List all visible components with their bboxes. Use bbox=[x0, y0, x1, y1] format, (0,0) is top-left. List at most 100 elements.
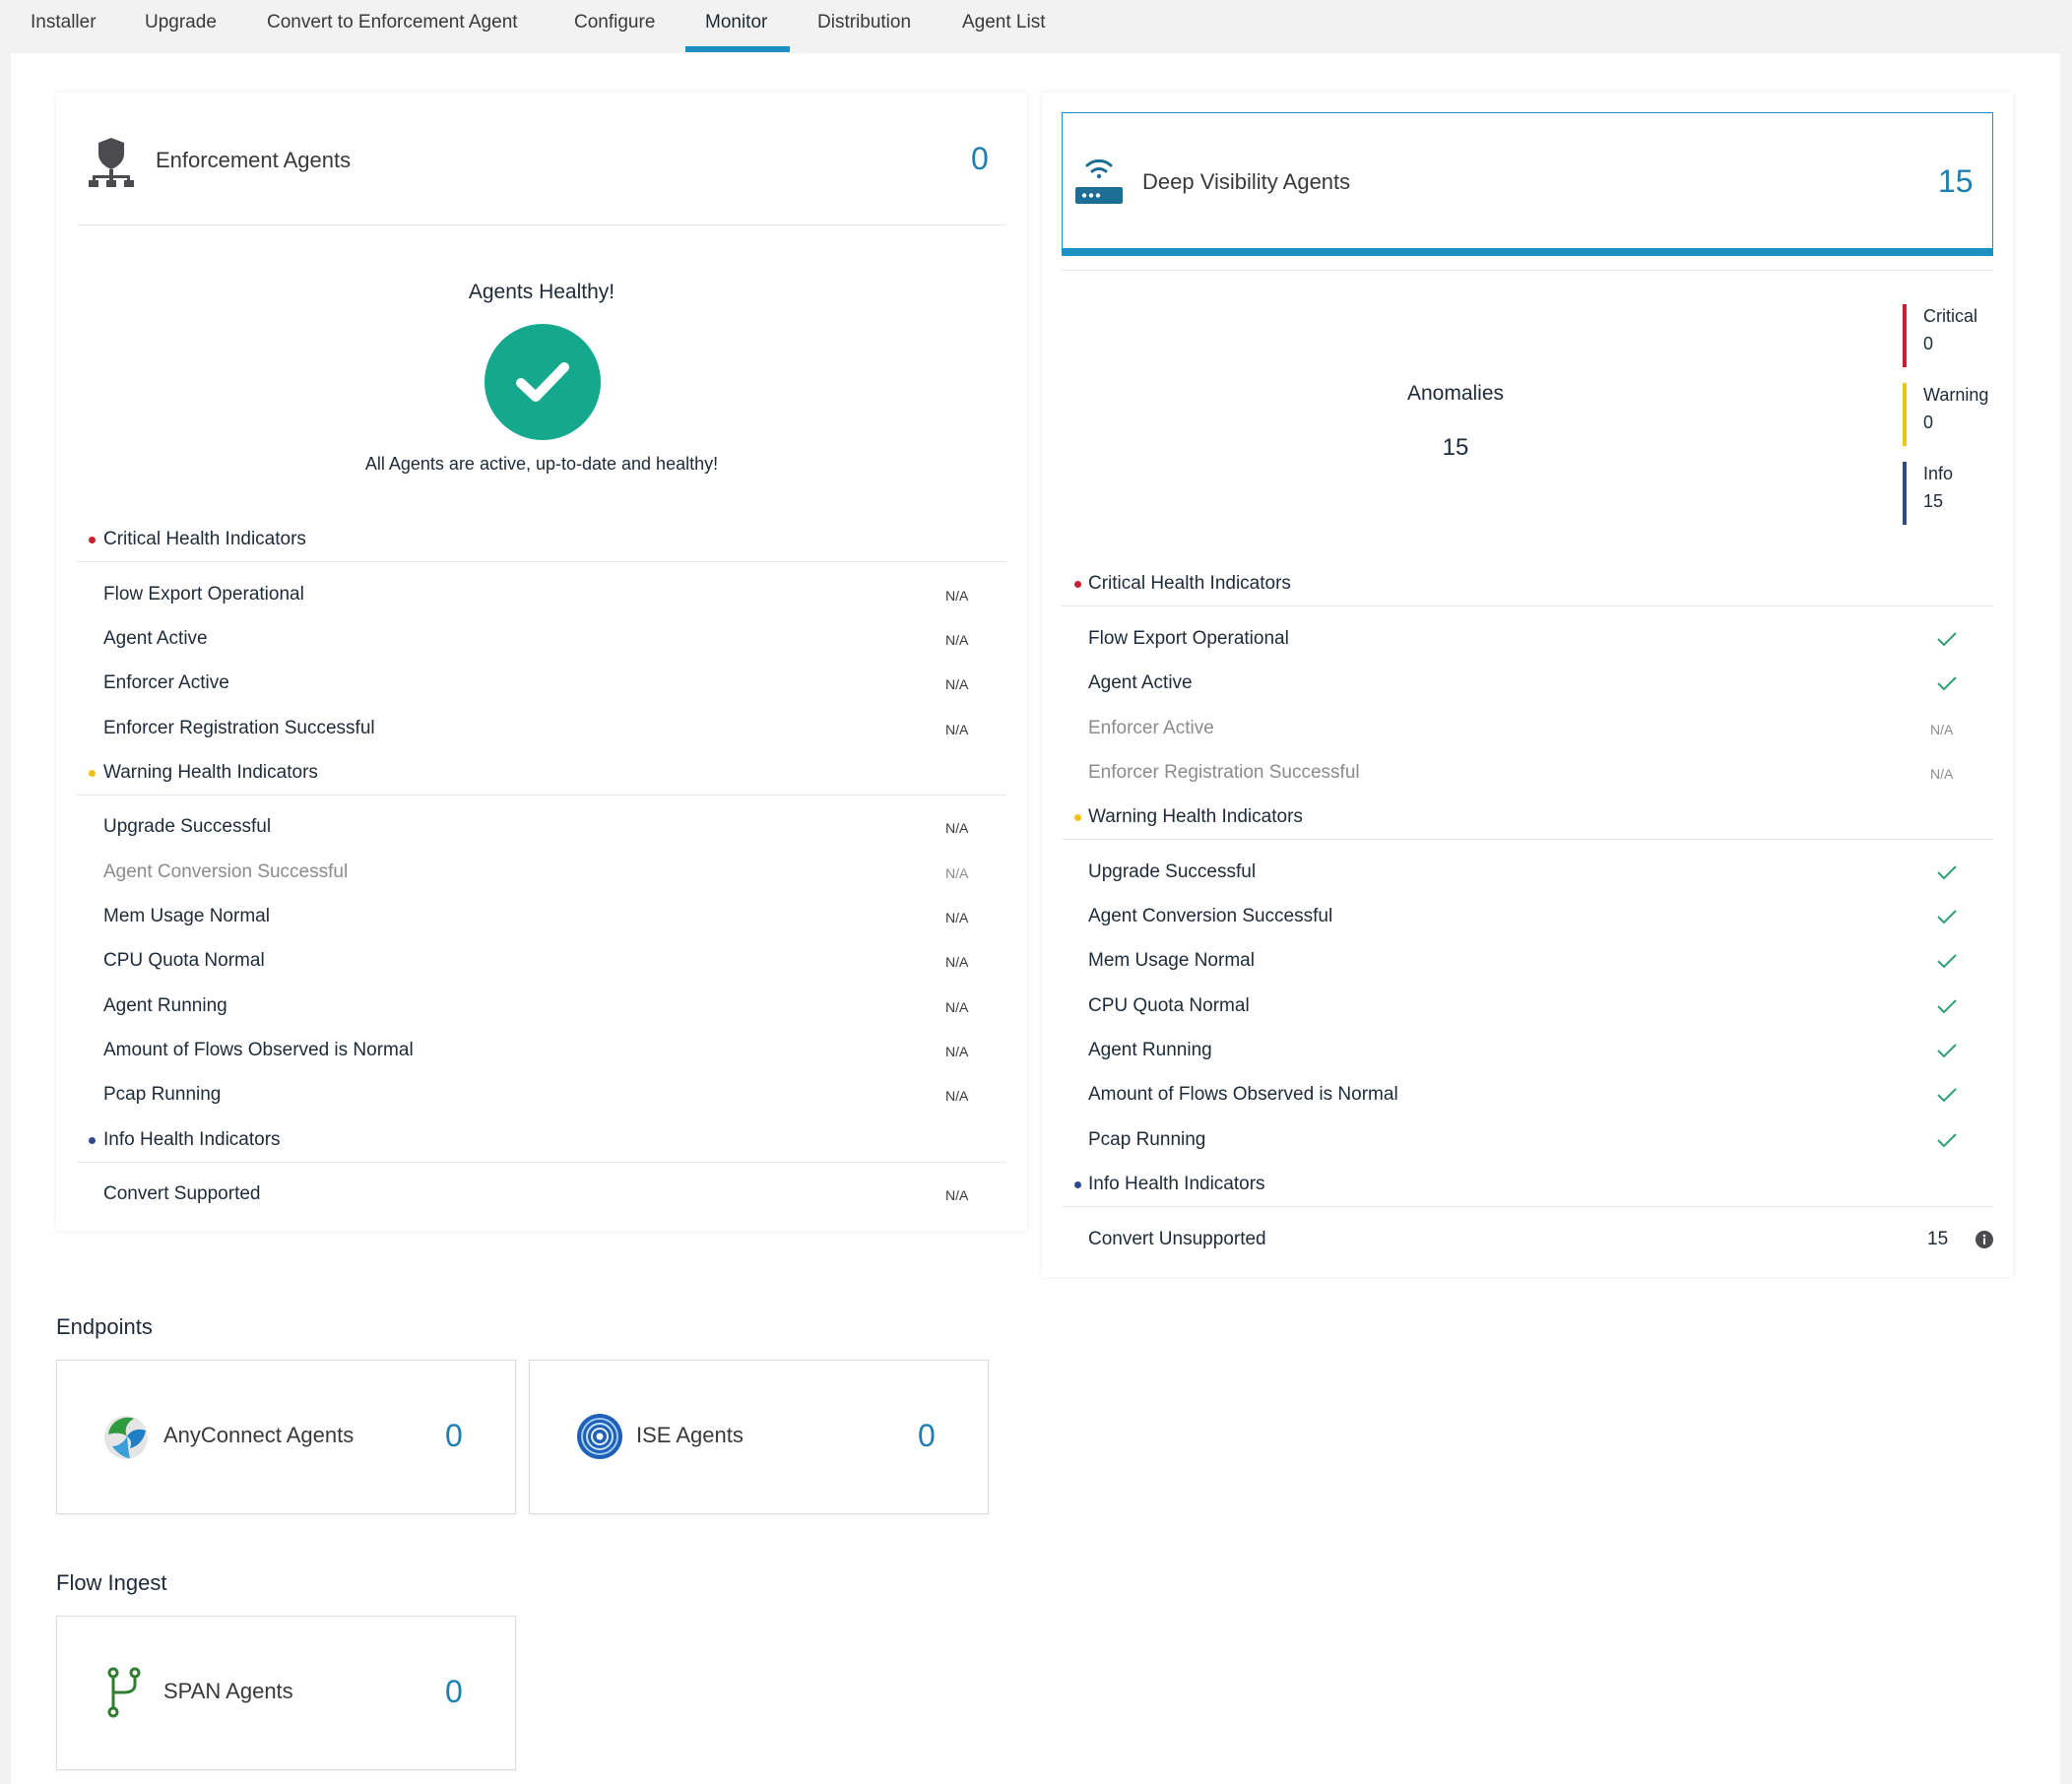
indicator-value: N/A bbox=[945, 910, 969, 925]
indicator-value: N/A bbox=[945, 632, 969, 648]
info-severity-bar bbox=[1903, 462, 1907, 525]
indicator-label: Agent Conversion Successful bbox=[103, 861, 349, 882]
header-divider bbox=[77, 224, 1006, 225]
active-tab-indicator bbox=[685, 46, 790, 52]
deep-visibility-agents-count[interactable]: 15 bbox=[1938, 163, 1974, 200]
info-dot bbox=[89, 1137, 96, 1144]
indicator-label: Agent Active bbox=[1088, 672, 1193, 693]
indicator-label: Flow Export Operational bbox=[1088, 628, 1289, 649]
indicator-value: N/A bbox=[945, 1044, 969, 1059]
indicator-label: Pcap Running bbox=[103, 1084, 222, 1105]
indicator-label: Amount of Flows Observed is Normal bbox=[103, 1040, 414, 1060]
header-divider bbox=[1062, 270, 1993, 271]
indicator-label: Upgrade Successful bbox=[103, 816, 272, 837]
indicator-value: N/A bbox=[945, 588, 969, 604]
warning-severity-bar bbox=[1903, 383, 1907, 446]
ise-agents-count: 0 bbox=[918, 1418, 936, 1453]
info-severity-label: Info bbox=[1923, 464, 1954, 483]
check-icon bbox=[1937, 910, 1957, 924]
critical-health-indicators-title: Critical Health Indicators bbox=[103, 529, 306, 549]
warning-severity-label: Warning bbox=[1923, 385, 1989, 405]
endpoints-heading: Endpoints bbox=[56, 1314, 153, 1339]
indicator-label: Upgrade Successful bbox=[1088, 861, 1257, 882]
critical-health-indicators-title: Critical Health Indicators bbox=[1088, 573, 1291, 594]
indicator-value: N/A bbox=[945, 722, 969, 737]
indicator-label: Enforcer Registration Successful bbox=[103, 718, 375, 738]
indicator-label: Pcap Running bbox=[1088, 1129, 1206, 1150]
info-icon[interactable] bbox=[1975, 1230, 1994, 1249]
network-shield-icon bbox=[87, 136, 136, 187]
check-icon bbox=[1937, 1044, 1957, 1058]
tab-configure[interactable]: Configure bbox=[574, 0, 655, 45]
check-icon bbox=[1937, 865, 1957, 880]
warning-dot bbox=[89, 770, 96, 777]
anyconnect-agents-title: AnyConnect Agents bbox=[163, 1423, 355, 1447]
divider bbox=[1062, 1206, 1993, 1207]
divider bbox=[77, 561, 1006, 562]
critical-severity-label: Critical bbox=[1923, 306, 1978, 326]
tab-distribution[interactable]: Distribution bbox=[817, 0, 911, 45]
indicator-label: Agent Active bbox=[103, 628, 208, 649]
indicator-value: N/A bbox=[945, 954, 969, 970]
span-agents-count: 0 bbox=[445, 1674, 463, 1709]
divider bbox=[1062, 605, 1993, 606]
indicator-label: Mem Usage Normal bbox=[1088, 950, 1255, 971]
warning-health-indicators-title: Warning Health Indicators bbox=[1088, 806, 1303, 827]
tab-bar: Installer Upgrade Convert to Enforcement… bbox=[0, 0, 2072, 53]
indicator-value: N/A bbox=[945, 1187, 969, 1203]
indicator-value: N/A bbox=[945, 676, 969, 692]
indicator-label: Agent Running bbox=[1088, 1040, 1212, 1060]
indicator-label: Convert Unsupported bbox=[1088, 1229, 1266, 1249]
divider bbox=[77, 1162, 1006, 1163]
check-icon bbox=[1937, 1133, 1957, 1148]
check-icon bbox=[1937, 632, 1957, 647]
warning-severity-value: 0 bbox=[1923, 413, 1934, 432]
tab-monitor[interactable]: Monitor bbox=[705, 0, 767, 45]
flow-ingest-heading: Flow Ingest bbox=[56, 1570, 167, 1595]
critical-dot bbox=[89, 537, 96, 543]
healthy-check-icon bbox=[485, 324, 601, 440]
info-dot bbox=[1074, 1181, 1081, 1188]
indicator-label: Enforcer Active bbox=[103, 672, 229, 693]
check-icon bbox=[1937, 676, 1957, 691]
indicator-label: Mem Usage Normal bbox=[103, 906, 270, 926]
enforcement-agents-count[interactable]: 0 bbox=[971, 141, 989, 177]
anomalies-title: Anomalies bbox=[1406, 382, 1505, 405]
indicator-value: N/A bbox=[945, 865, 969, 881]
span-agents-title: SPAN Agents bbox=[163, 1679, 293, 1703]
anomalies-count[interactable]: 15 bbox=[1357, 434, 1554, 462]
tab-upgrade[interactable]: Upgrade bbox=[145, 0, 217, 45]
check-icon bbox=[1937, 1088, 1957, 1103]
deep-visibility-agents-title: Deep Visibility Agents bbox=[1142, 169, 1351, 194]
tab-convert-to-enforcement-agent[interactable]: Convert to Enforcement Agent bbox=[267, 0, 518, 45]
indicator-label: Flow Export Operational bbox=[103, 584, 304, 605]
indicator-label: Agent Conversion Successful bbox=[1088, 906, 1333, 926]
info-severity-value: 15 bbox=[1923, 491, 1944, 511]
tab-agent-list[interactable]: Agent List bbox=[962, 0, 1046, 45]
anyconnect-logo-icon bbox=[100, 1411, 152, 1462]
tab-installer[interactable]: Installer bbox=[31, 0, 97, 45]
indicator-label: CPU Quota Normal bbox=[1088, 995, 1250, 1016]
check-icon bbox=[1937, 999, 1957, 1014]
indicator-value: N/A bbox=[1930, 722, 1954, 737]
critical-severity-value: 0 bbox=[1923, 334, 1934, 353]
agents-healthy-subtitle: All Agents are active, up-to-date and he… bbox=[364, 454, 719, 474]
indicator-label: CPU Quota Normal bbox=[103, 950, 265, 971]
indicator-value[interactable]: 15 bbox=[1927, 1229, 1948, 1250]
ise-logo-icon bbox=[575, 1412, 624, 1461]
check-icon bbox=[1937, 954, 1957, 969]
info-health-indicators-title: Info Health Indicators bbox=[103, 1129, 281, 1150]
indicator-value: N/A bbox=[945, 1088, 969, 1104]
divider bbox=[77, 795, 1006, 796]
selected-indicator bbox=[1062, 248, 1993, 256]
warning-dot bbox=[1074, 814, 1081, 821]
indicator-label: Enforcer Active bbox=[1088, 718, 1214, 738]
indicator-label: Convert Supported bbox=[103, 1183, 261, 1204]
divider bbox=[1062, 839, 1993, 840]
indicator-value: N/A bbox=[1930, 766, 1954, 782]
anyconnect-agents-count: 0 bbox=[445, 1418, 463, 1453]
router-wifi-icon bbox=[1073, 156, 1125, 207]
enforcement-agents-title: Enforcement Agents bbox=[156, 148, 352, 172]
indicator-label: Enforcer Registration Successful bbox=[1088, 762, 1360, 783]
critical-severity-bar bbox=[1903, 304, 1907, 367]
